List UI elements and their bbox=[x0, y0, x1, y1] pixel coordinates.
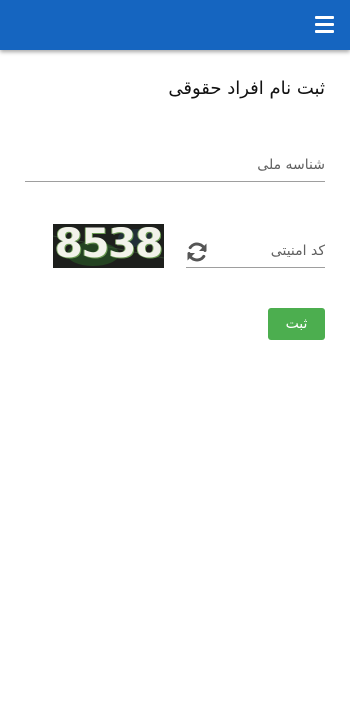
page-title: ثبت نام افراد حقوقی bbox=[168, 78, 325, 99]
national-id-field[interactable] bbox=[25, 154, 325, 182]
top-app-bar bbox=[0, 0, 350, 50]
captcha-image: 8538 bbox=[53, 224, 164, 268]
submit-button[interactable]: ثبت bbox=[268, 308, 325, 340]
refresh-icon[interactable] bbox=[185, 240, 209, 264]
captcha-text: 8538 bbox=[54, 224, 163, 267]
menu-icon[interactable] bbox=[315, 16, 334, 33]
